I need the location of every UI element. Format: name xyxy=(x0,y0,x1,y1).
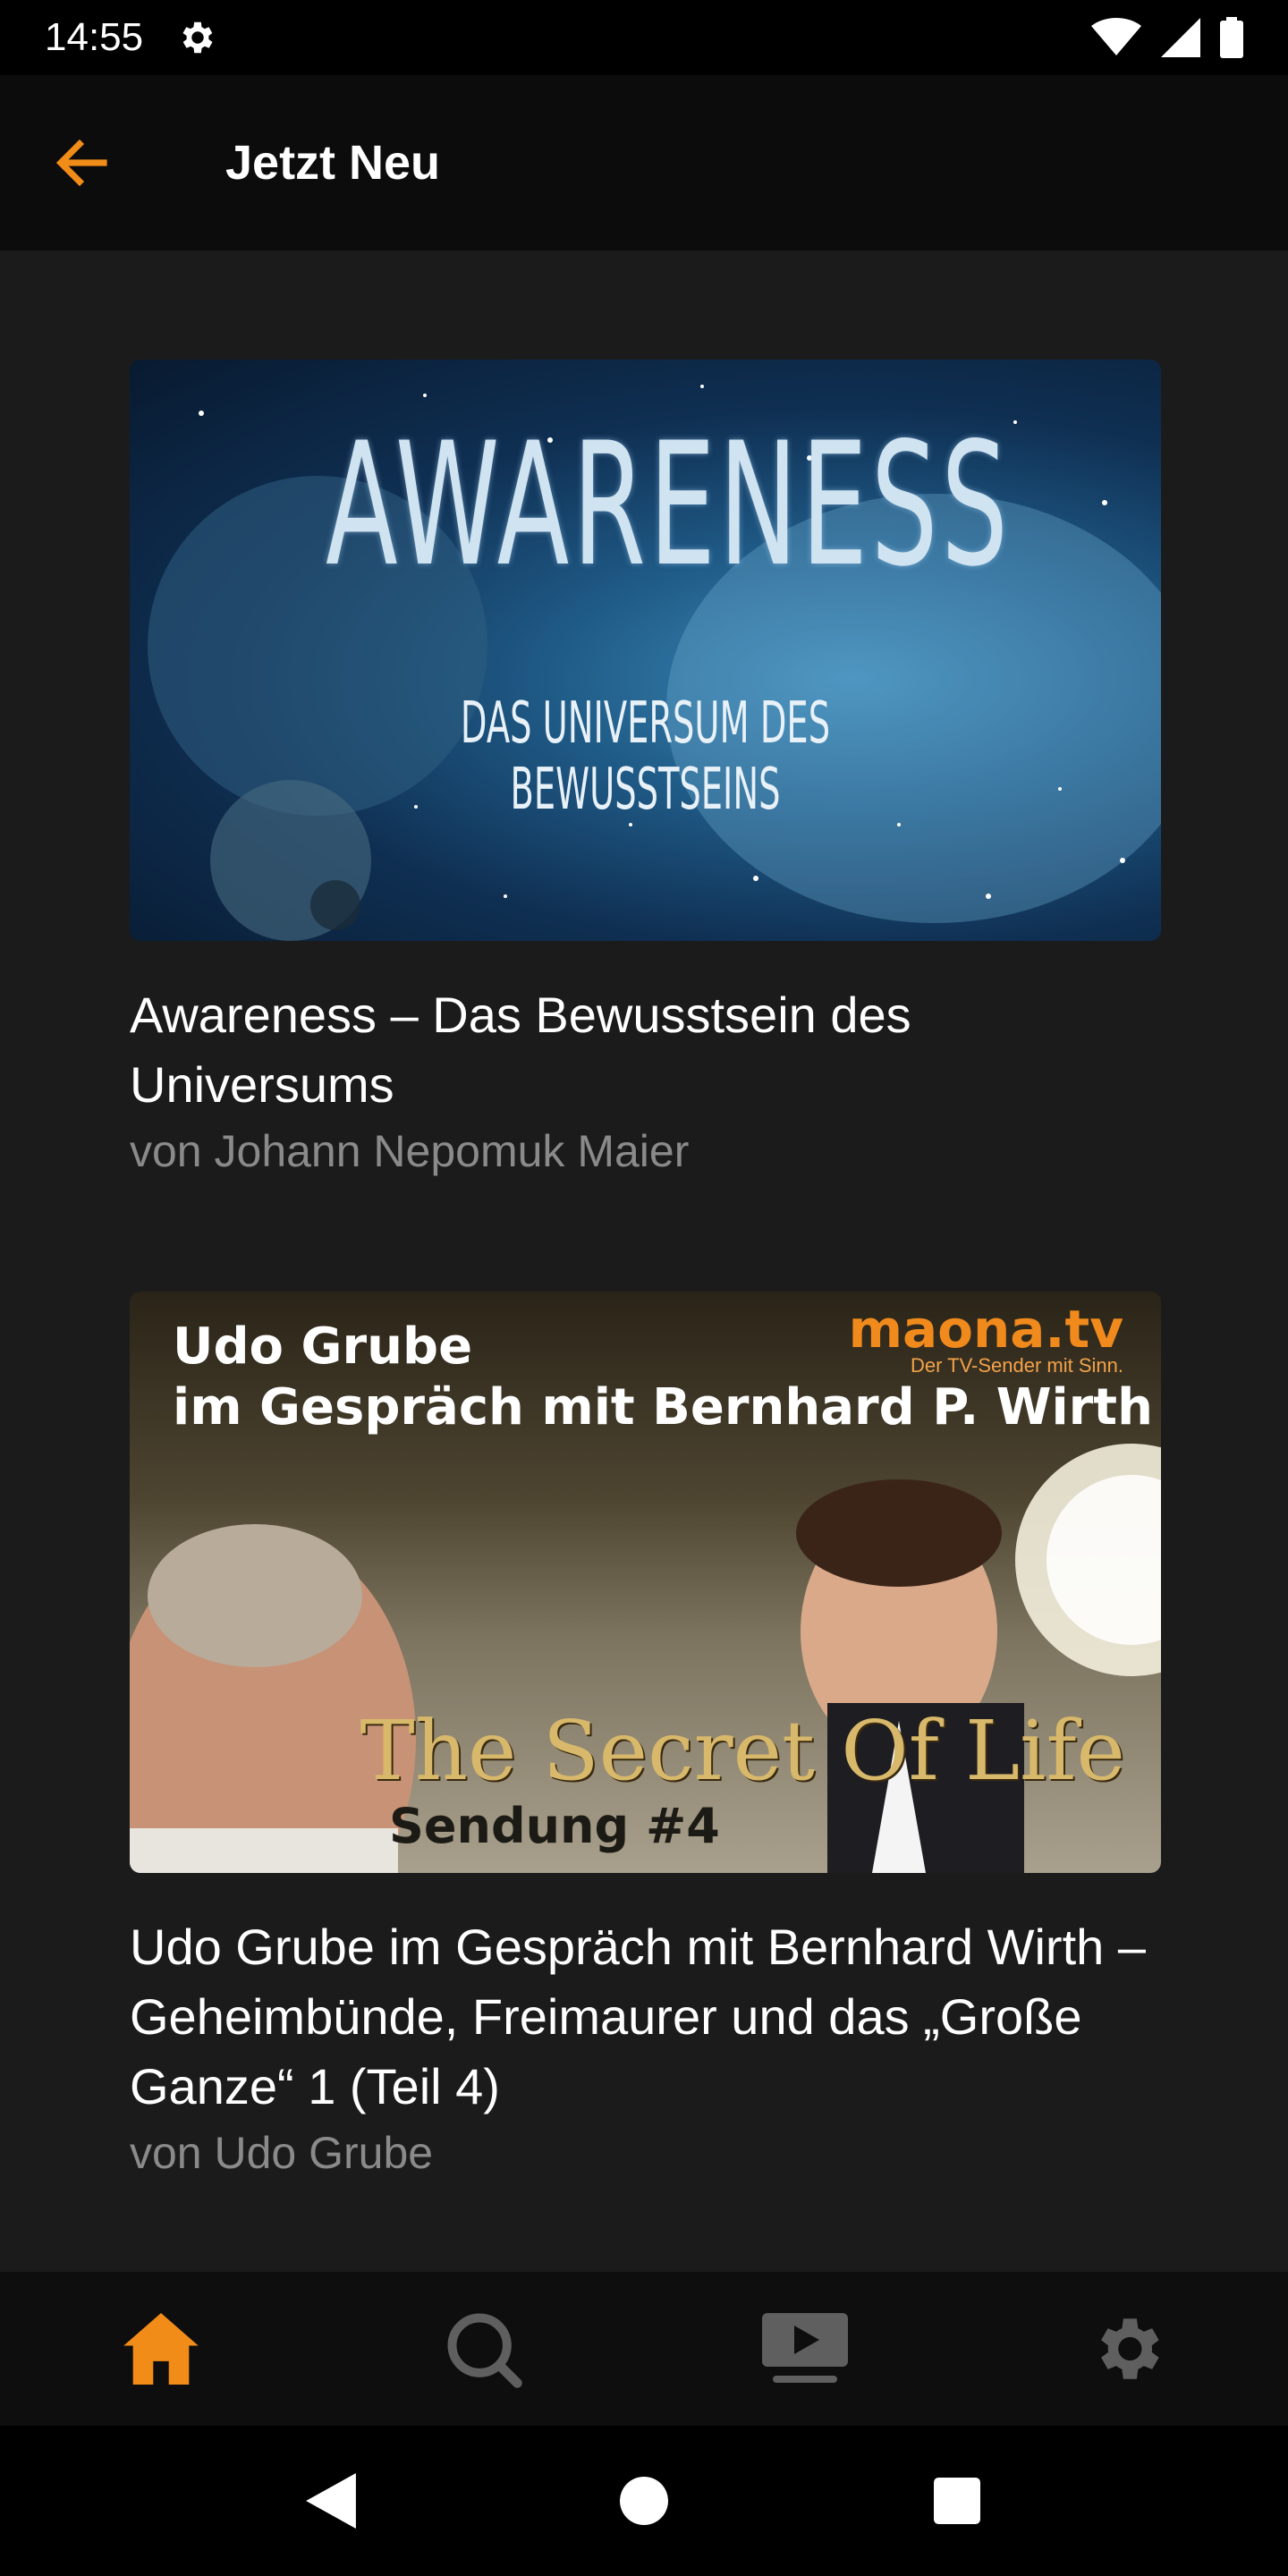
nav-settings[interactable] xyxy=(966,2272,1288,2426)
item-author: von Udo Grube xyxy=(130,2128,434,2178)
settings-icon xyxy=(182,21,213,54)
status-icons xyxy=(1091,17,1243,58)
thumbnail-subtitle: DAS UNIVERSUM DES BEWUSSTSEINS xyxy=(460,691,831,823)
system-navigation-bar xyxy=(0,2426,1288,2576)
battery-icon xyxy=(1220,17,1243,58)
nav-search[interactable] xyxy=(322,2272,644,2426)
home-icon xyxy=(123,2313,199,2385)
status-bar: 14:55 xyxy=(0,0,1288,75)
brand-logo: maona.tv Der TV-Sender mit Sinn. xyxy=(849,1299,1123,1377)
list-item[interactable]: Udo Grube im Gespräch mit Bernhard P. Wi… xyxy=(130,1292,1161,2184)
episode-label: Sendung #4 xyxy=(389,1798,720,1854)
signal-icon xyxy=(1161,18,1200,57)
page-title: Jetzt Neu xyxy=(225,136,441,190)
system-back-button[interactable] xyxy=(295,2465,367,2537)
item-title[interactable]: Udo Grube im Gespräch mit Bernhard Wirth… xyxy=(130,1912,1161,2122)
brand-name: maona.tv xyxy=(848,1299,1123,1360)
wifi-icon xyxy=(1091,18,1141,55)
status-time: 14:55 xyxy=(45,15,144,59)
show-title: The Secret Of Life xyxy=(360,1703,1125,1799)
thumbnail-headline-line2: im Gespräch mit Bernhard P. Wirth xyxy=(173,1378,1153,1436)
arrow-left-icon[interactable] xyxy=(50,131,114,195)
nav-videos[interactable] xyxy=(644,2272,966,2426)
home-circle-icon xyxy=(620,2477,668,2525)
app-screen: 14:55 Jetzt Neu AWARENESS DAS UNIVERSUM … xyxy=(0,0,1288,2576)
recents-square-icon xyxy=(934,2478,980,2524)
nav-home[interactable] xyxy=(0,2272,322,2426)
bottom-navigation xyxy=(0,2272,1288,2426)
video-thumbnail[interactable]: AWARENESS DAS UNIVERSUM DES BEWUSSTSEINS xyxy=(130,360,1161,941)
thumbnail-headline: AWARENESS xyxy=(326,406,1012,604)
video-thumbnail[interactable]: Udo Grube im Gespräch mit Bernhard P. Wi… xyxy=(130,1292,1161,1873)
search-icon xyxy=(447,2313,522,2388)
video-library-icon xyxy=(762,2313,848,2383)
system-recents-button[interactable] xyxy=(921,2465,993,2537)
system-home-button[interactable] xyxy=(608,2465,680,2537)
back-triangle-icon xyxy=(306,2473,356,2529)
item-author: von Johann Nepomuk Maier xyxy=(130,1126,690,1176)
content-list: AWARENESS DAS UNIVERSUM DES BEWUSSTSEINS… xyxy=(0,250,1288,2272)
app-bar: Jetzt Neu xyxy=(0,75,1288,250)
gear-icon xyxy=(1101,2318,1159,2379)
item-title[interactable]: Awareness – Das Bewusstsein des Universu… xyxy=(130,980,1161,1120)
list-item[interactable]: AWARENESS DAS UNIVERSUM DES BEWUSSTSEINS… xyxy=(130,360,1161,1182)
